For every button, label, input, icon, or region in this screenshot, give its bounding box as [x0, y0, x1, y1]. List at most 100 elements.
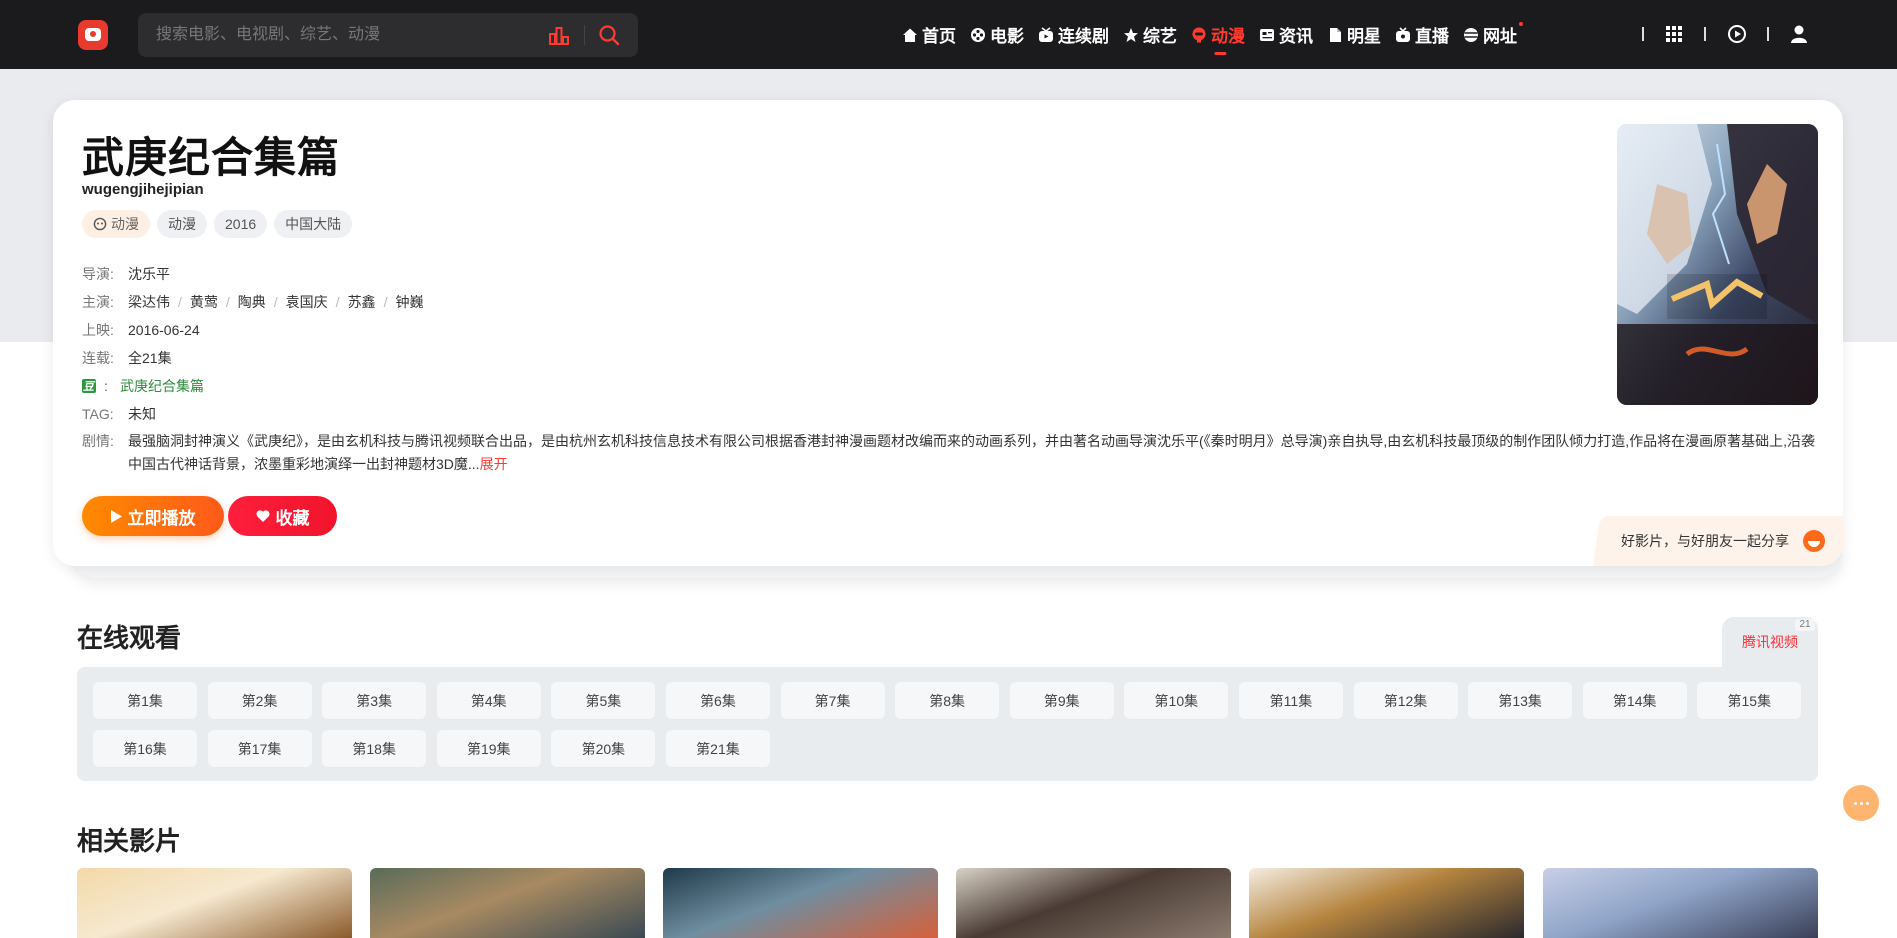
douban-link[interactable]: 武庚纪合集篇 [120, 376, 204, 396]
episode-button[interactable]: 第10集 [1124, 682, 1229, 719]
anime-face-icon [93, 217, 107, 231]
search-input[interactable] [156, 13, 556, 57]
plot-summary: 最强脑洞封神演义《武庚纪》，是由玄机科技与腾讯视频联合出品，是由杭州玄机科技信息… [128, 433, 1815, 472]
nav-item-8[interactable]: 网址 [1463, 0, 1523, 69]
favorite-button[interactable]: 收藏 [228, 496, 337, 536]
nav-item-label: 直播 [1415, 27, 1449, 46]
episode-button[interactable]: 第15集 [1697, 682, 1802, 719]
region-tag[interactable]: 中国大陆 [274, 210, 353, 238]
episode-button[interactable]: 第7集 [780, 682, 885, 719]
cast-member-link[interactable]: 陶典 [238, 292, 266, 312]
share-banner[interactable]: 好影片，与好朋友一起分享 [1601, 516, 1843, 566]
nav-item-2[interactable]: 连续剧 [1038, 0, 1109, 69]
nav-item-1[interactable]: 电影 [970, 0, 1024, 69]
hot-ranking-icon[interactable] [548, 25, 570, 45]
episode-button[interactable]: 第11集 [1238, 682, 1343, 719]
video-info: 导演: 沈乐平 主演: 梁达伟 / 黄莺 / 陶典 / 袁国庆 / 苏鑫 / 钟巍 上映: 2016… [82, 260, 1822, 476]
play-now-button[interactable]: 立即播放 [82, 496, 224, 536]
episode-button[interactable]: 第9集 [1009, 682, 1114, 719]
cast-member-link[interactable]: 黄莺 [190, 292, 218, 312]
video-pinyin-title: wugengjihejipian [82, 181, 204, 198]
expand-plot-link[interactable]: 展开 [480, 456, 508, 472]
cast-member-link[interactable]: 梁达伟 [128, 292, 170, 312]
episode-button[interactable]: 第13集 [1468, 682, 1573, 719]
home-icon [902, 27, 918, 43]
episode-button[interactable]: 第4集 [436, 682, 541, 719]
search-divider [584, 25, 585, 45]
tag-row: TAG: 未知 [82, 400, 1822, 428]
cast-separator: / [225, 294, 230, 310]
toolbar-divider [1704, 27, 1706, 41]
related-video-thumbnail[interactable] [77, 868, 352, 938]
nav-item-label: 动漫 [1211, 27, 1245, 46]
episode-button[interactable]: 第3集 [322, 682, 427, 719]
cast-separator: / [178, 294, 182, 310]
episode-button[interactable]: 第20集 [551, 730, 656, 767]
douban-separator: : [104, 378, 108, 394]
anime-face-icon [1191, 27, 1207, 43]
episode-button[interactable]: 第2集 [207, 682, 312, 719]
release-date: 2016-06-24 [128, 322, 200, 338]
episodes-count: 全21集 [128, 350, 172, 366]
episode-count-badge: 21 [1795, 619, 1815, 631]
tag-value: 未知 [128, 406, 156, 422]
related-video-thumbnail[interactable] [956, 868, 1231, 938]
site-logo[interactable] [78, 20, 108, 50]
video-poster[interactable] [1617, 124, 1818, 405]
live-tv-icon [1395, 26, 1411, 43]
nav-item-3[interactable]: 综艺 [1123, 0, 1177, 69]
episode-button[interactable]: 第5集 [551, 682, 656, 719]
search-icon[interactable] [598, 24, 620, 46]
episode-button[interactable]: 第12集 [1353, 682, 1458, 719]
cast-separator: / [383, 294, 388, 310]
apps-grid-icon[interactable] [1664, 24, 1684, 44]
episode-button[interactable]: 第19集 [436, 730, 541, 767]
episode-button[interactable]: 第8集 [895, 682, 1000, 719]
toolbar-divider [1767, 27, 1769, 41]
year-tag[interactable]: 2016 [214, 210, 268, 238]
toolbar-divider [1642, 27, 1644, 41]
director-row: 导演: 沈乐平 [82, 260, 1822, 288]
cast-member-link[interactable]: 苏鑫 [348, 292, 376, 312]
release-label: 上映: [82, 322, 114, 338]
episode-button[interactable]: 第6集 [665, 682, 770, 719]
episode-button[interactable]: 第14集 [1582, 682, 1687, 719]
episode-button[interactable]: 第17集 [207, 730, 312, 767]
plot-label: 剧情: [82, 433, 114, 449]
related-video-thumbnail[interactable] [370, 868, 645, 938]
cast-separator: / [335, 294, 340, 310]
related-video-thumbnail[interactable] [1249, 868, 1524, 938]
cast-separator: / [273, 294, 278, 310]
favorite-label: 收藏 [275, 508, 310, 528]
episode-button[interactable]: 第1集 [93, 682, 197, 719]
nav-item-6[interactable]: 明星 [1327, 0, 1381, 69]
top-navigation-bar: 首页 电影 连续剧 综艺 动漫 资讯 明星 直播 网址 [0, 0, 1897, 69]
cast-member-link[interactable]: 袁国庆 [286, 292, 328, 312]
episodes-label: 连载: [82, 350, 114, 366]
director-link[interactable]: 沈乐平 [128, 264, 170, 284]
plot-row: 剧情: 最强脑洞封神演义《武庚纪》，是由玄机科技与腾讯视频联合出品，是由杭州玄机… [82, 430, 1822, 476]
news-icon [1259, 27, 1275, 43]
category-tag[interactable]: 动漫 [82, 210, 150, 238]
genre-tag[interactable]: 动漫 [157, 210, 207, 238]
history-play-icon[interactable] [1727, 24, 1747, 44]
search-box [138, 13, 638, 57]
director-label: 导演: [82, 266, 114, 282]
new-badge-dot [1519, 22, 1523, 26]
poster-artwork [1617, 124, 1818, 405]
related-video-thumbnail[interactable] [1543, 868, 1818, 938]
related-videos-title: 相关影片 [77, 826, 182, 856]
nav-item-7[interactable]: 直播 [1395, 0, 1449, 69]
episode-button[interactable]: 第16集 [93, 730, 197, 767]
play-icon [110, 509, 122, 523]
episode-button[interactable]: 第21集 [665, 730, 770, 767]
nav-item-4[interactable]: 动漫 [1191, 0, 1245, 69]
episode-button[interactable]: 第18集 [322, 730, 427, 767]
nav-item-5[interactable]: 资讯 [1259, 0, 1313, 69]
source-tab-label: 腾讯视频 [1742, 634, 1798, 650]
user-icon[interactable] [1789, 24, 1809, 44]
more-options-button[interactable] [1843, 785, 1879, 821]
nav-item-0[interactable]: 首页 [902, 0, 956, 69]
related-video-thumbnail[interactable] [663, 868, 938, 938]
cast-member-link[interactable]: 钟巍 [395, 292, 423, 312]
